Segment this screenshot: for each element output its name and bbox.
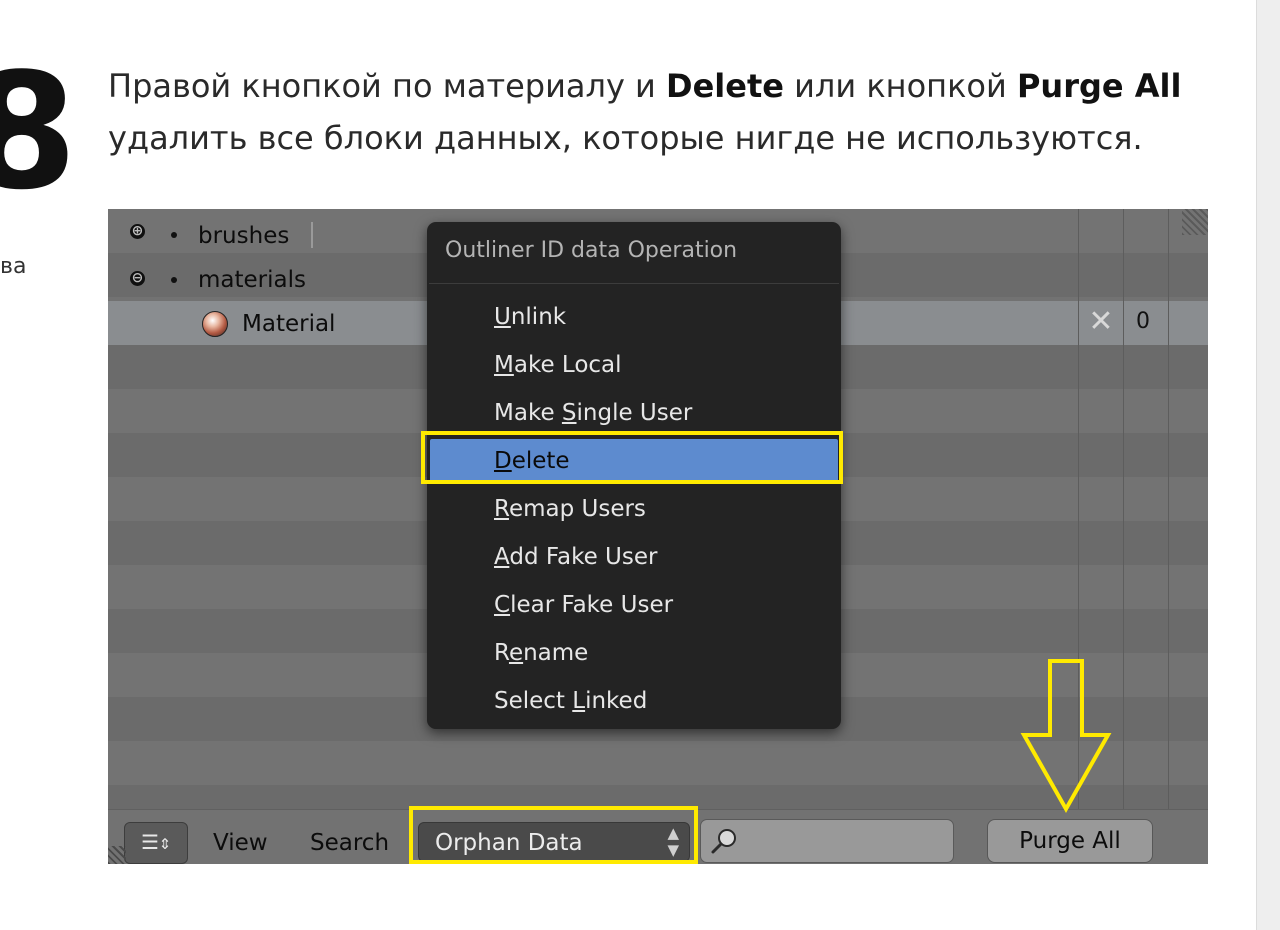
area-corner-handle[interactable]: [1182, 209, 1208, 235]
step-number: 8: [0, 38, 78, 225]
purge-all-button[interactable]: Purge All: [987, 819, 1153, 863]
menu-item[interactable]: Make Single User: [427, 391, 841, 435]
instruction-part-3: удалить все блоки данных, которые нигде …: [108, 119, 1143, 157]
menu-item[interactable]: Remap Users: [427, 487, 841, 531]
instruction-purge-all: Purge All: [1016, 67, 1182, 105]
menu-item[interactable]: Make Local: [427, 343, 841, 387]
delete-highlight-box: [421, 431, 843, 484]
menu-item-label: Select Linked: [494, 688, 648, 714]
instruction-part-1: Правой кнопкой по материалу и: [108, 67, 667, 105]
bullet-icon: [171, 232, 177, 238]
instruction-text: Правой кнопкой по материалу и Delete или…: [108, 60, 1228, 164]
expand-icon[interactable]: ⊕: [130, 224, 145, 239]
menu-item-label: Rename: [494, 640, 589, 666]
menu-item[interactable]: Rename: [427, 631, 841, 675]
menu-item[interactable]: Select Linked: [427, 679, 841, 723]
tree-item-brushes[interactable]: brushes: [198, 216, 289, 256]
instruction-part-2: или кнопкой: [783, 67, 1017, 105]
down-arrow-annotation: [1020, 659, 1112, 814]
menu-item[interactable]: Unlink: [427, 295, 841, 339]
menu-item-label: Make Single User: [494, 400, 693, 426]
collapse-icon[interactable]: ⊖: [130, 271, 145, 286]
blender-outliner-screenshot: ⊕ brushes ⊖ materials Material ✕ 0 Outli…: [108, 209, 1208, 864]
editor-type-button[interactable]: ☰⇕: [124, 822, 188, 864]
tree-item-materials[interactable]: materials: [198, 260, 306, 300]
instruction-delete: Delete: [666, 67, 784, 105]
menu-item[interactable]: Clear Fake User: [427, 583, 841, 627]
tree-item-material[interactable]: Material: [242, 304, 335, 344]
text-cursor: [311, 222, 313, 248]
search-input[interactable]: [700, 819, 954, 863]
menu-item[interactable]: Add Fake User: [427, 535, 841, 579]
page-scrollbar[interactable]: [1256, 0, 1280, 930]
search-menu[interactable]: Search: [310, 830, 389, 856]
material-icon: [202, 311, 228, 337]
orphan-data-highlight-box: [409, 806, 698, 864]
bullet-icon: [171, 277, 177, 283]
users-count: 0: [1136, 309, 1150, 334]
view-menu[interactable]: View: [213, 830, 268, 856]
search-icon: [711, 829, 736, 854]
menu-item-label: Remap Users: [494, 496, 646, 522]
menu-title: Outliner ID data Operation: [445, 238, 738, 263]
side-caption: ва: [0, 254, 27, 279]
menu-item-label: Add Fake User: [494, 544, 658, 570]
column-divider: [1168, 209, 1169, 809]
menu-separator: [429, 283, 839, 284]
menu-item-label: Unlink: [494, 304, 567, 330]
column-divider: [1123, 209, 1124, 809]
menu-item-label: Make Local: [494, 352, 622, 378]
area-corner-handle[interactable]: [108, 846, 126, 864]
outliner-icon: ☰⇕: [141, 830, 171, 854]
x-icon[interactable]: ✕: [1086, 307, 1116, 337]
menu-item-label: Clear Fake User: [494, 592, 674, 618]
